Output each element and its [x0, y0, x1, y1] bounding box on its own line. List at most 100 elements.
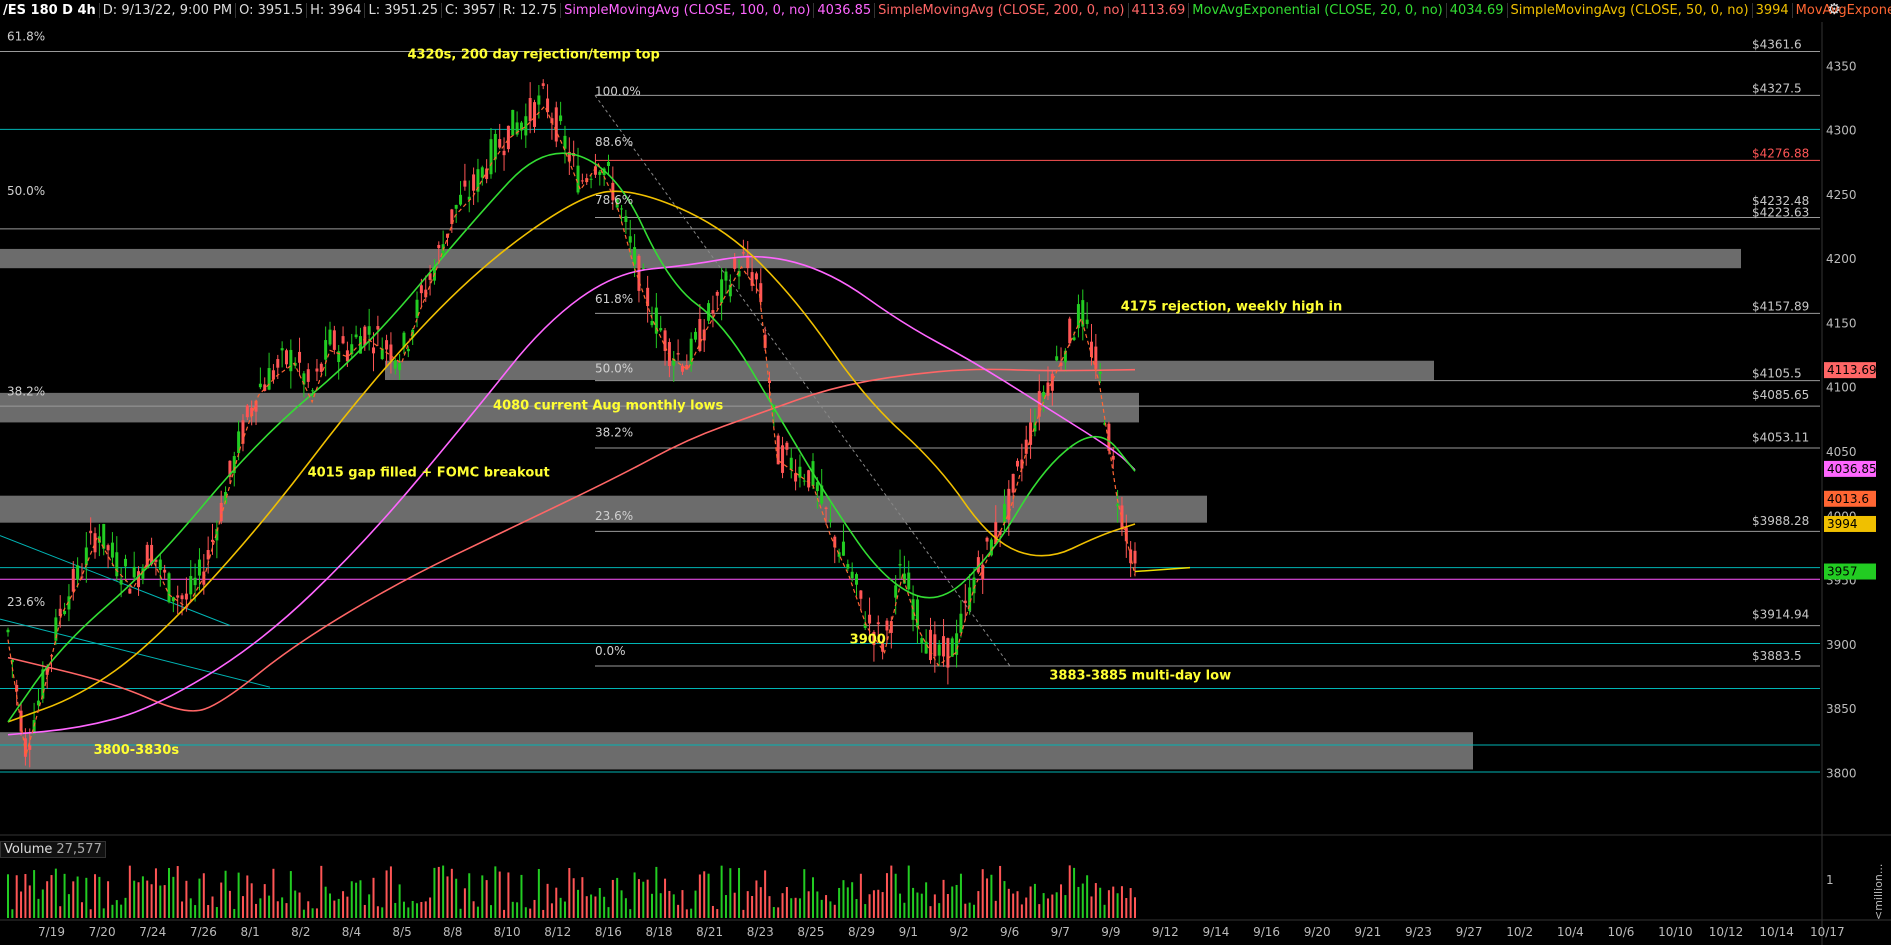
candle-body [93, 533, 97, 553]
candlesticks [6, 79, 1137, 768]
candle-body [158, 559, 162, 570]
volume-bar [550, 903, 553, 918]
candle-body [868, 614, 872, 624]
volume-bar [385, 870, 388, 918]
volume-bar [102, 908, 105, 918]
time-tick: 10/17 [1810, 925, 1845, 939]
volume-bar [259, 898, 262, 918]
volume-bar [946, 894, 949, 918]
volume-bar [846, 887, 849, 918]
volume-bar [503, 909, 506, 918]
annotation: 4320s, 200 day rejection/temp top [407, 48, 659, 63]
volume-bar [1051, 894, 1054, 918]
volume-bar [298, 892, 301, 918]
candle-body [376, 326, 380, 330]
volume-bar [572, 878, 575, 918]
study-header: /ES 180 D 4h D: 9/13/22, 9:00 PM O: 3951.5… [0, 0, 1891, 22]
price-zone [0, 732, 1473, 770]
volume-bar [368, 894, 371, 918]
volume-bar [842, 880, 845, 918]
time-tick: 7/26 [190, 925, 217, 939]
time-tick: 10/10 [1658, 925, 1693, 939]
candle-body [245, 405, 249, 418]
volume-bar [598, 888, 601, 918]
time-tick: 9/7 [1051, 925, 1070, 939]
candle-body [1016, 460, 1020, 467]
candle-body [167, 573, 171, 603]
header-item: H: 3964 [307, 3, 366, 18]
level-price-label: $4276.88 [1752, 146, 1809, 160]
volume-bar [133, 880, 136, 918]
price-tick: 4100 [1826, 381, 1857, 395]
volume-bar [716, 909, 719, 918]
volume-bar [389, 866, 392, 918]
volume-bar [1060, 884, 1063, 918]
candle-body [163, 569, 167, 573]
time-tick: 10/14 [1759, 925, 1794, 939]
volume-bar [764, 870, 767, 918]
candle-body [1098, 371, 1102, 374]
candle-body [189, 576, 193, 595]
volume-bar [359, 880, 362, 918]
candle-body [271, 370, 275, 380]
candle-body [1094, 346, 1098, 369]
volume-bar [746, 891, 749, 918]
volume-bar [85, 877, 88, 918]
price-tick: 4150 [1826, 316, 1857, 330]
volume-bar [1042, 893, 1045, 918]
candle-body [841, 541, 845, 556]
candle-body [785, 442, 789, 450]
volume-bar [977, 891, 980, 918]
volume-bar [146, 880, 149, 918]
moving-average-line [7, 190, 1136, 723]
volume-tick: 1 [1826, 873, 1834, 887]
volume-bar [1103, 904, 1106, 918]
candle-body [363, 326, 367, 346]
volume-bar [50, 875, 53, 918]
candle-body [211, 539, 215, 542]
level-price-label: $4157.89 [1752, 299, 1809, 313]
volume-bar [959, 873, 962, 918]
gear-icon[interactable]: ⚙ [1828, 0, 1841, 18]
candle-body [1116, 504, 1120, 506]
level-price-label: $3883.5 [1752, 649, 1802, 663]
volume-bar [246, 875, 249, 918]
projection-line [1134, 566, 1191, 573]
header-item: C: 3957 [442, 3, 500, 18]
volume-bar [642, 881, 645, 918]
volume-bar [181, 901, 184, 918]
volume-bar [1107, 890, 1110, 918]
price-chart[interactable]: 61.8% 50.0% 38.2% 23.6% 100.0% 88.6% 78.6% 61.8… [0, 0, 1891, 945]
volume-bar [111, 904, 114, 918]
volume-bar [363, 904, 366, 918]
candle-body [389, 344, 393, 361]
volume-bar [285, 903, 288, 918]
fib-percent-label: 61.8% [7, 30, 45, 44]
volume-bar [825, 895, 828, 918]
price-tick: 4300 [1826, 124, 1857, 138]
volume-bar [168, 867, 170, 918]
candle-body [933, 634, 937, 657]
volume-bar [929, 906, 932, 918]
volume-bar [337, 898, 340, 918]
volume-bar [233, 908, 236, 918]
time-tick: 10/12 [1709, 925, 1744, 939]
volume-bar [829, 901, 832, 918]
volume-bar [128, 865, 131, 918]
candle-body [511, 109, 515, 136]
header-item: MovAvgExponential (CLOSE, 8, 0... [1792, 3, 1891, 18]
volume-bar [633, 872, 636, 918]
volume-bar [903, 902, 906, 918]
fib-percent-label: 78.6% [595, 193, 633, 207]
candle-body [258, 383, 262, 388]
time-tick: 9/16 [1253, 925, 1280, 939]
candle-body [907, 572, 911, 590]
volume-bar [46, 881, 49, 918]
candle-body [1011, 473, 1015, 493]
candle-body [711, 310, 715, 314]
candle-body [324, 340, 328, 360]
header-item: /ES 180 D 4h [0, 3, 100, 18]
volume-bar [394, 902, 397, 918]
volume-bar [311, 908, 314, 918]
volume-bar [772, 907, 775, 918]
